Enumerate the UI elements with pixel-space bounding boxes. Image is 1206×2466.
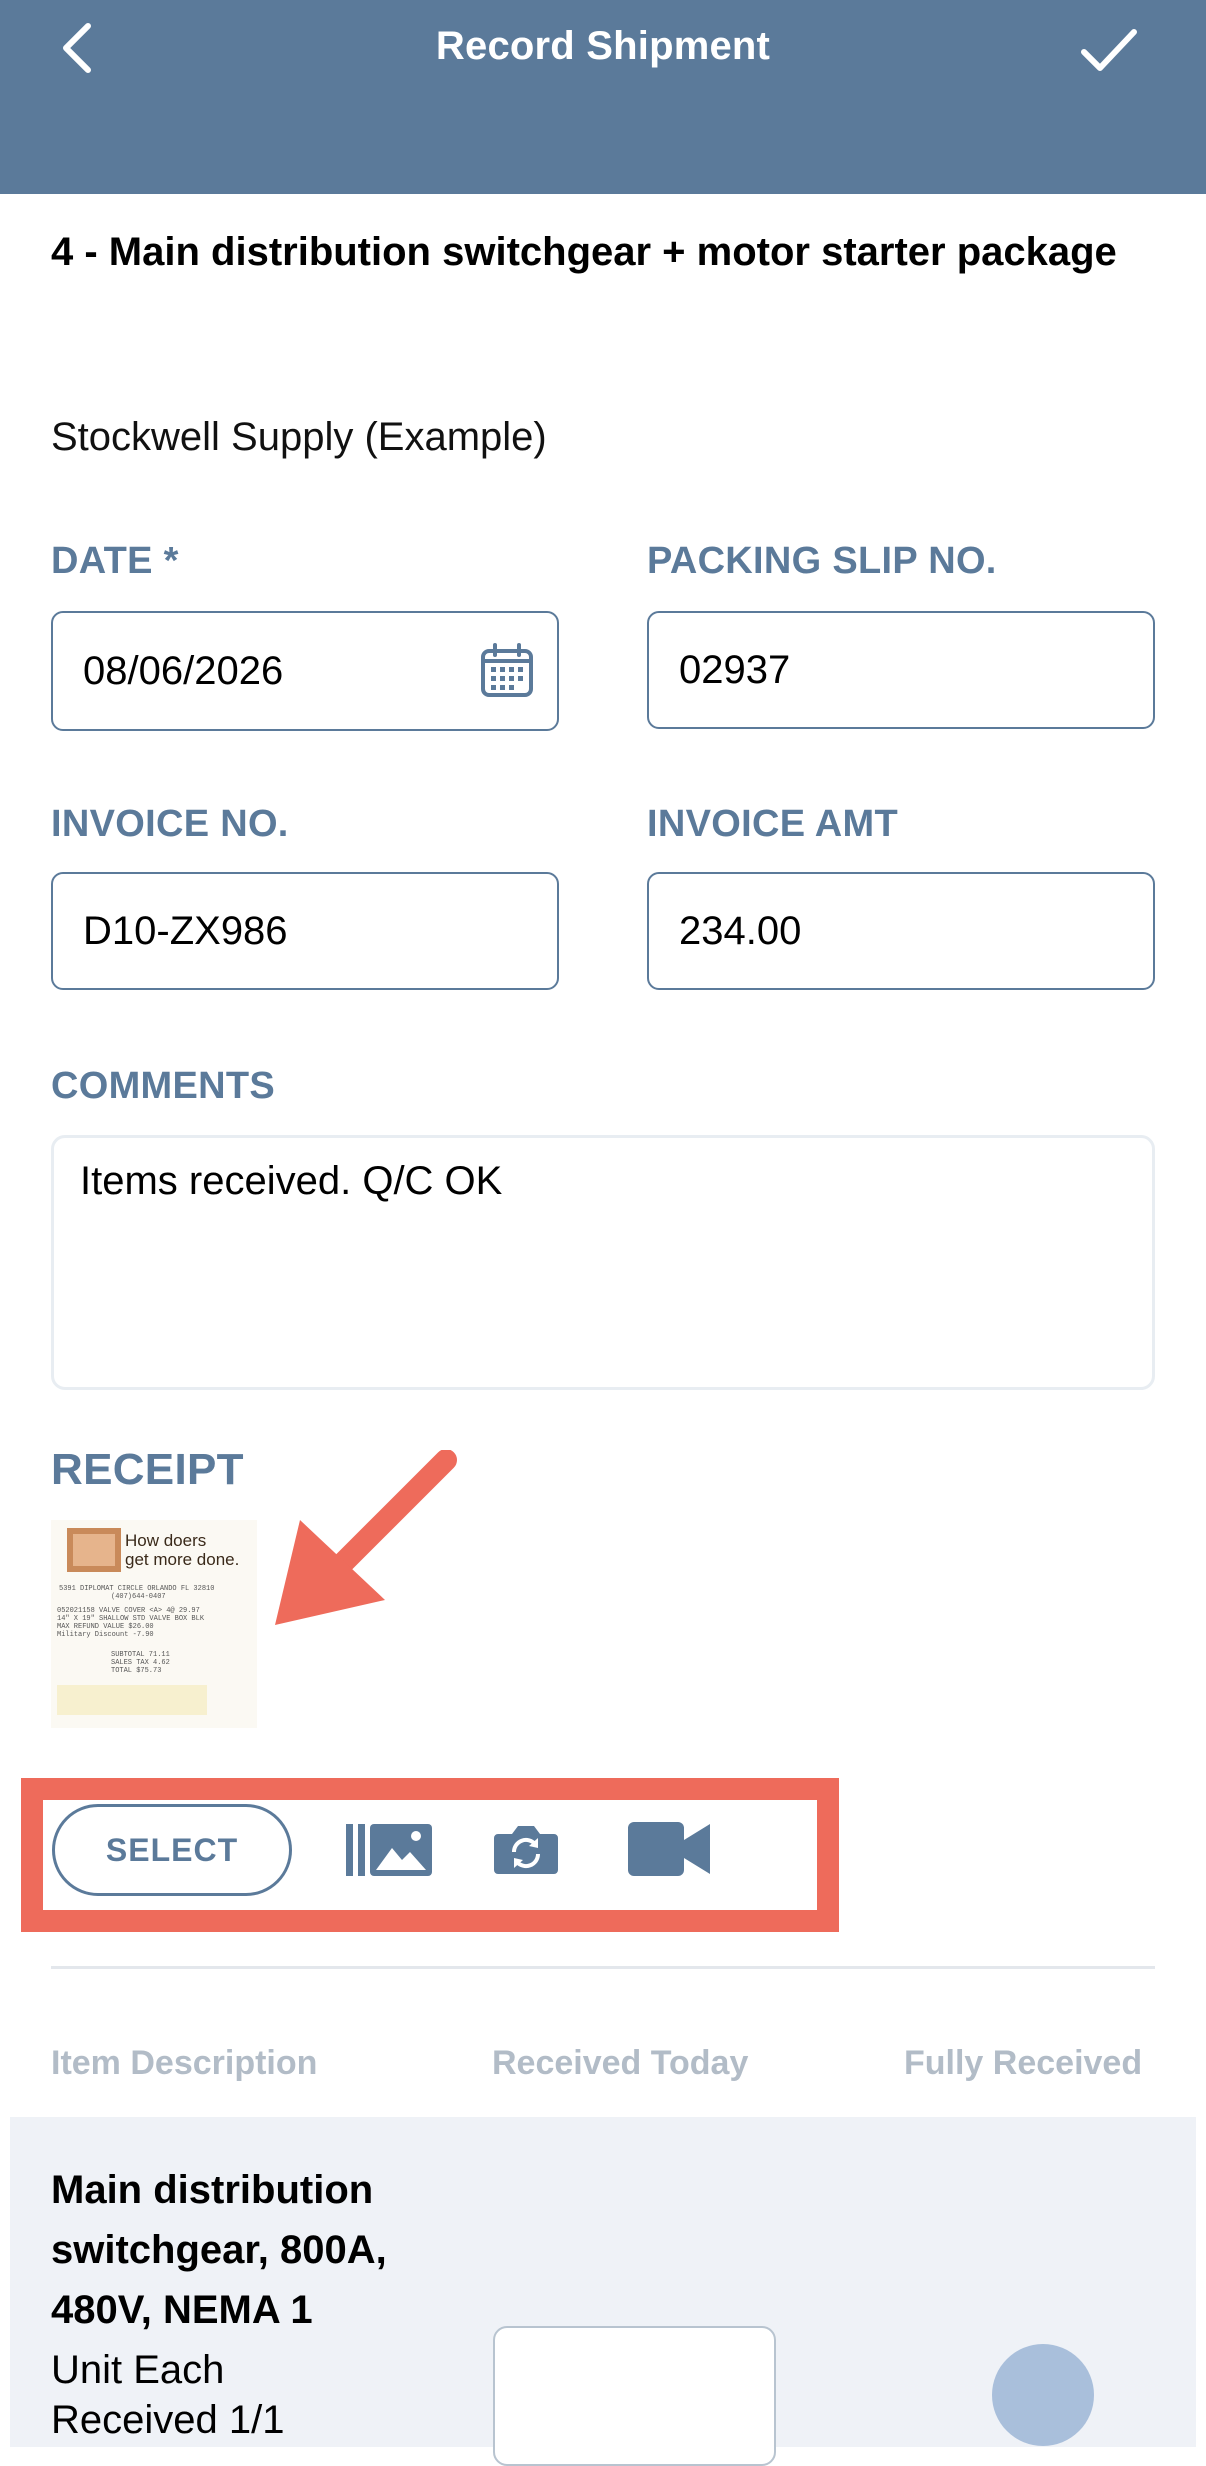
camera-switch-icon[interactable] — [494, 1820, 558, 1876]
comments-field[interactable]: Items received. Q/C OK — [51, 1135, 1155, 1390]
receipt-label: RECEIPT — [51, 1445, 244, 1494]
receipt-item4: Military Discount -7.90 — [57, 1631, 154, 1639]
receipt-brand-line2: get more done. — [125, 1550, 239, 1569]
invoice-no-value: D10-ZX986 — [83, 908, 288, 953]
receipt-address: 5391 DIPLOMAT CIRCLE ORLANDO FL 32810 — [59, 1585, 214, 1593]
received-today-input[interactable] — [493, 2326, 776, 2466]
section-divider — [51, 1966, 1155, 1969]
date-value: 08/06/2026 — [83, 648, 284, 693]
page-title: Record Shipment — [435, 24, 771, 68]
packing-slip-value: 02937 — [679, 647, 791, 692]
vendor-name: Stockwell Supply (Example) — [51, 415, 547, 459]
packing-slip-field[interactable]: 02937 — [647, 611, 1155, 729]
comments-label: COMMENTS — [51, 1065, 276, 1107]
select-button[interactable]: SELECT — [52, 1804, 292, 1896]
job-title: 4 - Main distribution switchgear + motor… — [51, 230, 1117, 274]
date-field[interactable]: 08/06/2026 — [51, 611, 559, 731]
receipt-brand-line1: How doers — [125, 1531, 206, 1550]
receipt-subtotal: SUBTOTAL 71.11 — [111, 1651, 170, 1659]
video-camera-icon[interactable] — [628, 1822, 710, 1876]
item-unit: Unit Each — [51, 2348, 225, 2392]
receipt-phone: (407)644-0407 — [111, 1593, 166, 1601]
app-header: Record Shipment — [0, 0, 1206, 194]
packing-slip-label: PACKING SLIP NO. — [647, 540, 997, 582]
red-arrow-annotation-icon — [275, 1450, 457, 1625]
calendar-icon[interactable] — [479, 643, 535, 699]
receipt-item2: 14" X 19" SHALLOW STD VALVE BOX BLK — [57, 1615, 205, 1623]
receipt-tax: SALES TAX 4.62 — [111, 1659, 170, 1667]
column-received-today: Received Today — [492, 2044, 749, 2082]
column-fully-received: Fully Received — [904, 2044, 1143, 2082]
photo-library-icon[interactable] — [346, 1820, 432, 1880]
receipt-total: TOTAL $75.73 — [111, 1667, 161, 1675]
invoice-amt-value: 234.00 — [679, 908, 802, 953]
receipt-item3: MAX REFUND VALUE $26.00 — [57, 1623, 154, 1631]
receipt-thumbnail[interactable]: How doers get more done. 5391 DIPLOMAT C… — [51, 1520, 257, 1728]
column-item-description: Item Description — [51, 2044, 318, 2082]
item-name: Main distribution switchgear, 800A, 480V… — [51, 2168, 387, 2332]
invoice-no-label: INVOICE NO. — [51, 803, 289, 845]
comments-textarea[interactable]: Items received. Q/C OK — [78, 1154, 1128, 1371]
receipt-image: How doers get more done. 5391 DIPLOMAT C… — [51, 1520, 257, 1728]
receipt-item1: 052021158 VALVE COVER <A> 4@ 29.97 — [57, 1607, 200, 1615]
invoice-amt-field[interactable]: 234.00 — [647, 872, 1155, 990]
date-label: DATE * — [51, 540, 179, 582]
fully-received-toggle[interactable] — [992, 2344, 1094, 2446]
invoice-no-field[interactable]: D10-ZX986 — [51, 872, 559, 990]
checkmark-save-icon[interactable] — [1078, 22, 1140, 78]
invoice-amt-label: INVOICE AMT — [647, 803, 899, 845]
item-received-count: Received 1/1 — [51, 2398, 285, 2442]
